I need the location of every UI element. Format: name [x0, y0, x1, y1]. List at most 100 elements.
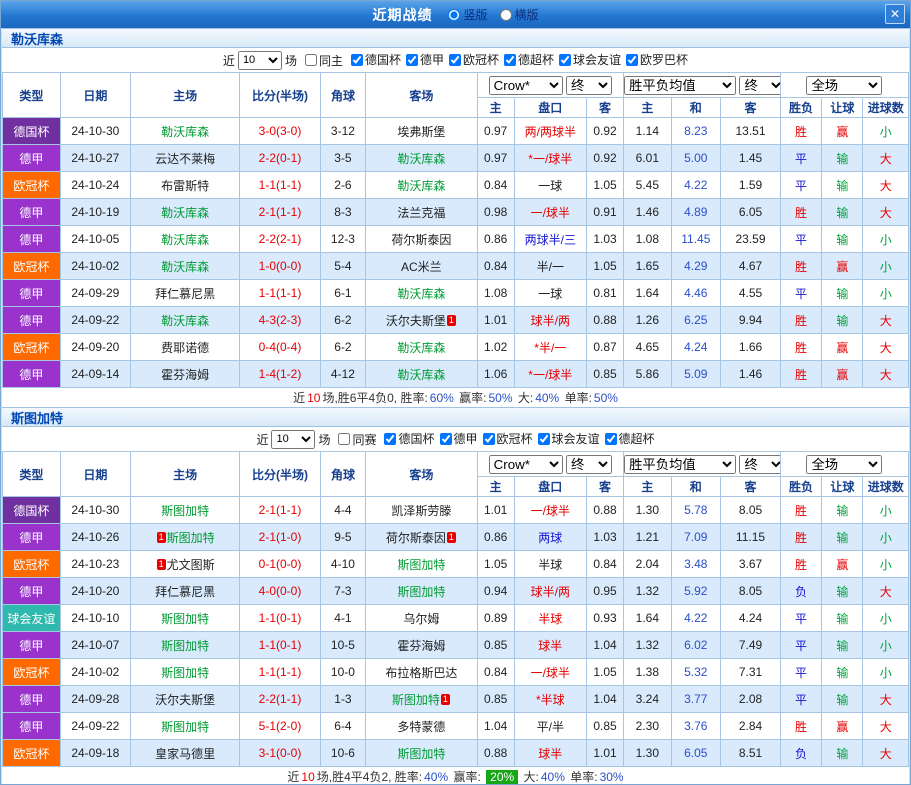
team-name[interactable]: 斯图加特	[397, 585, 445, 599]
league-filter-德甲[interactable]: 德甲	[406, 51, 444, 68]
team-name[interactable]: 埃弗斯堡	[397, 125, 445, 139]
team-name[interactable]: 斯图加特	[397, 558, 445, 572]
league-filter-球会友谊[interactable]: 球会友谊	[559, 51, 621, 68]
league-checkbox[interactable]	[504, 54, 516, 66]
team-name[interactable]: 斯图加特	[392, 693, 440, 707]
odds-company-select[interactable]: Crow*	[489, 76, 563, 95]
team-name[interactable]: 斯图加特	[161, 720, 209, 734]
odds-company-select[interactable]: Crow*	[489, 455, 563, 474]
odds-time-select[interactable]: 终	[566, 455, 612, 474]
score-cell[interactable]: 1-1(1-1)	[240, 280, 320, 307]
league-checkbox[interactable]	[605, 433, 617, 445]
league-checkbox[interactable]	[449, 54, 461, 66]
match-scope-select[interactable]: 全场	[806, 76, 882, 95]
league-filter-欧冠杯[interactable]: 欧冠杯	[483, 430, 533, 447]
team-name[interactable]: 布雷斯特	[161, 179, 209, 193]
team-name[interactable]: 勒沃库森	[397, 341, 445, 355]
league-filter-德超杯[interactable]: 德超杯	[504, 51, 554, 68]
same-checkbox[interactable]	[305, 54, 317, 66]
score-cell[interactable]: 2-2(0-1)	[240, 145, 320, 172]
close-button[interactable]: ✕	[885, 4, 905, 24]
team-name[interactable]: 斯图加特	[161, 612, 209, 626]
team-name[interactable]: 勒沃库森	[161, 206, 209, 220]
score-cell[interactable]: 0-4(0-4)	[240, 334, 320, 361]
league-checkbox[interactable]	[384, 433, 396, 445]
horizontal-radio[interactable]	[500, 9, 512, 21]
team-name[interactable]: 勒沃库森	[397, 152, 445, 166]
league-checkbox[interactable]	[559, 54, 571, 66]
score-cell[interactable]: 1-1(1-1)	[240, 659, 320, 686]
score-cell[interactable]: 1-1(0-1)	[240, 632, 320, 659]
league-checkbox[interactable]	[351, 54, 363, 66]
team-name[interactable]: 皇家马德里	[155, 747, 215, 761]
team-name[interactable]: AC米兰	[401, 260, 442, 274]
score-cell[interactable]: 4-3(2-3)	[240, 307, 320, 334]
score-cell[interactable]: 2-1(1-1)	[240, 497, 320, 524]
league-checkbox[interactable]	[406, 54, 418, 66]
team-name[interactable]: 斯图加特	[161, 504, 209, 518]
avg-time-select[interactable]: 终	[739, 76, 780, 95]
score-cell[interactable]: 5-1(2-0)	[240, 713, 320, 740]
vertical-radio[interactable]	[448, 9, 460, 21]
avg-time-select[interactable]: 终	[739, 455, 780, 474]
team-name[interactable]: 法兰克福	[397, 206, 445, 220]
team-name[interactable]: 荷尔斯泰因	[391, 233, 451, 247]
league-checkbox[interactable]	[483, 433, 495, 445]
score-cell[interactable]: 1-1(1-1)	[240, 172, 320, 199]
team-name[interactable]: 尤文图斯	[167, 558, 215, 572]
team-name[interactable]: 霍芬海姆	[397, 639, 445, 653]
team-name[interactable]: 勒沃库森	[161, 314, 209, 328]
league-filter-德国杯[interactable]: 德国杯	[351, 51, 401, 68]
league-checkbox[interactable]	[626, 54, 638, 66]
team-name[interactable]: 沃尔夫斯堡	[386, 314, 446, 328]
layout-vertical-option[interactable]: 竖版	[448, 6, 487, 23]
wdl-average-select[interactable]: 胜平负均值	[624, 455, 736, 474]
team-name[interactable]: 斯图加特	[167, 531, 215, 545]
score-cell[interactable]: 1-4(1-2)	[240, 361, 320, 388]
score-cell[interactable]: 0-1(0-0)	[240, 551, 320, 578]
recent-count-select[interactable]: 10	[238, 51, 282, 70]
league-filter-德甲[interactable]: 德甲	[440, 430, 478, 447]
team-name[interactable]: 荷尔斯泰因	[386, 531, 446, 545]
league-checkbox[interactable]	[440, 433, 452, 445]
score-cell[interactable]: 3-1(0-0)	[240, 740, 320, 767]
team-name[interactable]: 拜仁慕尼黑	[155, 287, 215, 301]
score-cell[interactable]: 2-1(1-0)	[240, 524, 320, 551]
team-name[interactable]: 云达不莱梅	[155, 152, 215, 166]
team-name[interactable]: 斯图加特	[161, 639, 209, 653]
team-name[interactable]: 勒沃库森	[397, 368, 445, 382]
team-name[interactable]: 霍芬海姆	[161, 368, 209, 382]
league-filter-欧罗巴杯[interactable]: 欧罗巴杯	[626, 51, 688, 68]
same-checkbox[interactable]	[338, 433, 350, 445]
score-cell[interactable]: 3-0(3-0)	[240, 118, 320, 145]
same-filter[interactable]: 同主	[305, 52, 343, 69]
team-name[interactable]: 勒沃库森	[161, 260, 209, 274]
match-scope-select[interactable]: 全场	[806, 455, 882, 474]
layout-horizontal-option[interactable]: 横版	[500, 6, 539, 23]
team-name[interactable]: 勒沃库森	[161, 125, 209, 139]
team-name[interactable]: 拜仁慕尼黑	[155, 585, 215, 599]
league-filter-德国杯[interactable]: 德国杯	[384, 430, 434, 447]
league-filter-欧冠杯[interactable]: 欧冠杯	[449, 51, 499, 68]
score-cell[interactable]: 2-1(1-1)	[240, 199, 320, 226]
team-name[interactable]: 沃尔夫斯堡	[155, 693, 215, 707]
team-name[interactable]: 凯泽斯劳滕	[391, 504, 451, 518]
team-name[interactable]: 乌尔姆	[403, 612, 439, 626]
team-name[interactable]: 勒沃库森	[397, 287, 445, 301]
score-cell[interactable]: 2-2(2-1)	[240, 226, 320, 253]
league-filter-德超杯[interactable]: 德超杯	[605, 430, 655, 447]
team-name[interactable]: 斯图加特	[161, 666, 209, 680]
same-filter[interactable]: 同赛	[338, 431, 376, 448]
team-name[interactable]: 勒沃库森	[397, 179, 445, 193]
score-cell[interactable]: 2-2(1-1)	[240, 686, 320, 713]
league-checkbox[interactable]	[538, 433, 550, 445]
team-name[interactable]: 布拉格斯巴达	[385, 666, 457, 680]
score-cell[interactable]: 1-0(0-0)	[240, 253, 320, 280]
odds-time-select[interactable]: 终	[566, 76, 612, 95]
team-name[interactable]: 费耶诺德	[161, 341, 209, 355]
score-cell[interactable]: 4-0(0-0)	[240, 578, 320, 605]
team-name[interactable]: 勒沃库森	[161, 233, 209, 247]
team-name[interactable]: 斯图加特	[397, 747, 445, 761]
league-filter-球会友谊[interactable]: 球会友谊	[538, 430, 600, 447]
recent-count-select[interactable]: 10	[271, 430, 315, 449]
